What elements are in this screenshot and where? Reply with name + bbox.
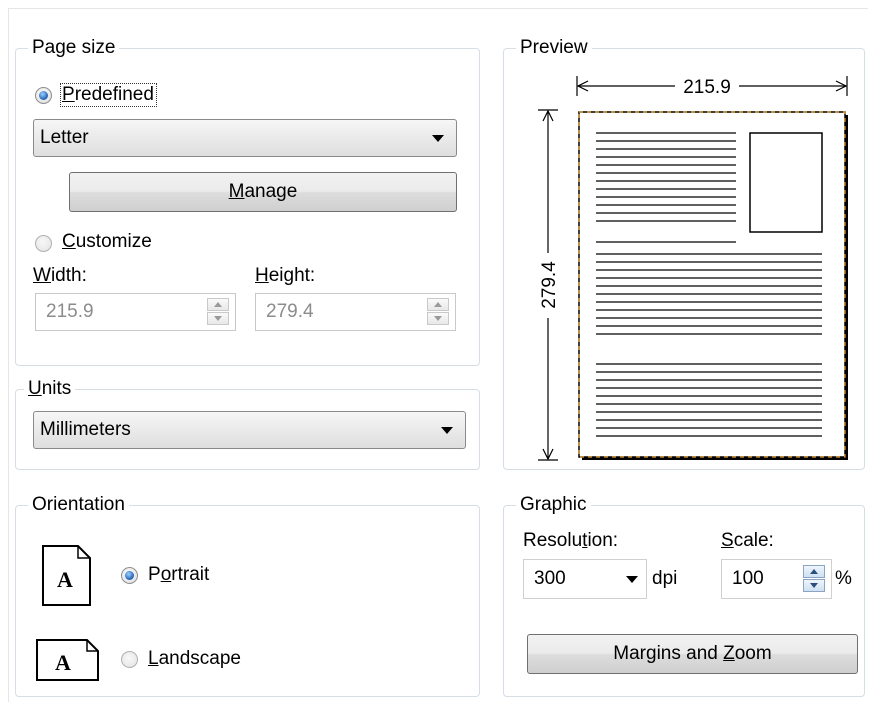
units-legend: Units: [24, 377, 76, 401]
resolution-value: 300: [534, 568, 566, 589]
portrait-icon-letter: A: [57, 567, 73, 592]
scale-value: 100: [732, 568, 764, 589]
width-dimension-label: 215.9: [683, 77, 731, 98]
page-size-legend: Page size: [28, 36, 120, 60]
dialog-top-edge: [8, 8, 868, 9]
preview-legend: Preview: [516, 36, 592, 60]
landscape-icon-letter: A: [55, 650, 71, 675]
page-preview: 215.9 279.4: [538, 76, 848, 461]
scale-spinner[interactable]: 100: [721, 559, 832, 599]
customize-label[interactable]: Customize: [62, 230, 152, 254]
height-value: 279.4: [266, 301, 314, 322]
graphic-legend: Graphic: [516, 493, 591, 517]
units-select[interactable]: Millimeters: [33, 411, 466, 449]
portrait-label[interactable]: Portrait: [148, 563, 209, 587]
width-increment-button[interactable]: [207, 298, 229, 311]
landscape-radio[interactable]: [121, 651, 138, 668]
width-dimension: 215.9: [576, 76, 848, 98]
landscape-page-icon: A: [36, 639, 99, 681]
height-spinner[interactable]: 279.4: [255, 293, 456, 331]
height-label: Height:: [255, 265, 316, 286]
paper-size-value: Letter: [40, 127, 89, 148]
height-dimension-label: 279.4: [539, 261, 560, 309]
dpi-unit: dpi: [652, 568, 678, 589]
orientation-legend: Orientation: [28, 493, 129, 517]
height-decrement-button[interactable]: [427, 312, 449, 325]
paper-size-select[interactable]: Letter: [33, 119, 457, 157]
predefined-radio[interactable]: [35, 87, 52, 104]
chevron-down-icon: [626, 576, 638, 583]
scale-increment-button[interactable]: [803, 565, 825, 578]
chevron-down-icon: [432, 135, 444, 142]
margins-and-zoom-button[interactable]: Margins and Zoom: [527, 634, 858, 674]
dialog-left-edge: [8, 8, 9, 702]
portrait-page-icon: A: [42, 545, 91, 606]
landscape-label[interactable]: Landscape: [148, 647, 241, 671]
units-value: Millimeters: [40, 419, 131, 440]
manage-button[interactable]: Manage: [69, 172, 457, 212]
page-sheet: [578, 111, 846, 458]
resolution-select[interactable]: 300: [523, 559, 647, 599]
width-decrement-button[interactable]: [207, 312, 229, 325]
customize-radio[interactable]: [35, 235, 52, 252]
predefined-label[interactable]: Predefined: [60, 83, 157, 107]
portrait-radio[interactable]: [121, 567, 138, 584]
height-increment-button[interactable]: [427, 298, 449, 311]
width-value: 215.9: [46, 301, 94, 322]
chevron-down-icon: [441, 427, 453, 434]
scale-decrement-button[interactable]: [803, 579, 825, 592]
resolution-label: Resolution:: [523, 530, 619, 551]
percent-unit: %: [835, 568, 852, 589]
height-dimension: 279.4: [538, 109, 560, 461]
width-label: Width:: [33, 265, 87, 286]
scale-label: Scale:: [721, 530, 774, 551]
width-spinner[interactable]: 215.9: [35, 293, 236, 331]
